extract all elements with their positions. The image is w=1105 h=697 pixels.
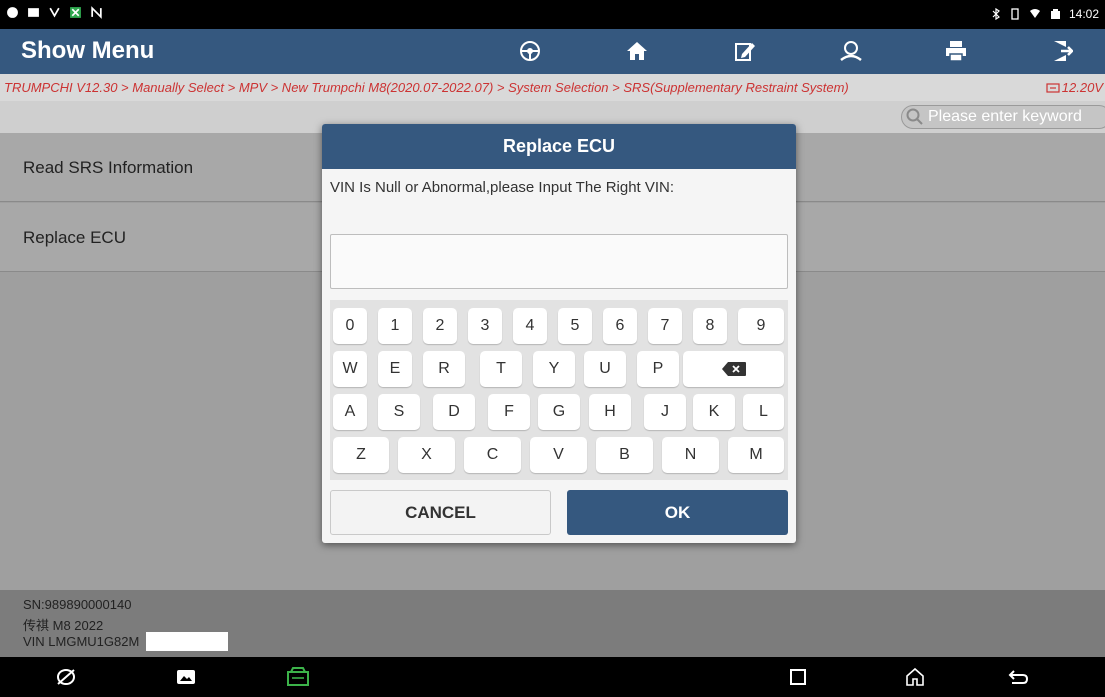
key[interactable]: V [530,437,587,473]
key[interactable]: 0 [333,308,367,344]
key[interactable]: 8 [693,308,727,344]
key[interactable]: A [333,394,367,430]
vin-input[interactable] [330,234,788,289]
ok-button[interactable]: OK [567,490,788,535]
backspace-key[interactable] [683,351,784,387]
key[interactable]: 1 [378,308,412,344]
menu-item-label: Read SRS Information [23,158,194,177]
browser-nav-icon[interactable] [54,666,78,688]
vibrate-icon [1011,8,1019,20]
key[interactable]: X [398,437,455,473]
key[interactable]: 7 [648,308,682,344]
vin-keyboard: 0 1 2 3 4 5 6 7 8 9 W E R T Y U P A S D … [330,300,788,480]
gallery-icon[interactable] [174,666,198,688]
dialog-message: VIN Is Null or Abnormal,please Input The… [330,179,675,196]
back-icon[interactable] [1006,666,1030,688]
notification-icons [6,6,103,19]
recent-apps-icon[interactable] [786,666,810,688]
key[interactable]: 5 [558,308,592,344]
key[interactable]: K [693,394,735,430]
key[interactable]: P [637,351,679,387]
key[interactable]: F [488,394,530,430]
key[interactable]: J [644,394,686,430]
search-icon [906,108,923,125]
breadcrumb-path: TRUMPCHI V12.30 > Manually Select > MPV … [4,80,849,95]
image-icon [28,8,39,17]
serial-number: SN:989890000140 [23,597,132,612]
key[interactable]: 4 [513,308,547,344]
app-bar: Show Menu [0,29,1105,74]
cancel-button[interactable]: CANCEL [330,490,551,535]
key[interactable]: R [423,351,465,387]
vehicle-info-footer: SN:989890000140 传祺 M8 2022 VIN LMGMU1G82… [0,590,1105,657]
vin-redaction [146,632,228,651]
page-title: Show Menu [21,37,155,64]
key[interactable]: D [433,394,475,430]
backspace-icon [721,362,746,376]
print-icon[interactable] [931,35,981,67]
vehicle-model: 传祺 M8 2022 [23,618,104,633]
menu-item-label: Replace ECU [23,228,126,247]
search-placeholder: Please enter keyword [928,108,1082,125]
browser-icon [7,7,18,18]
dialog-title: Replace ECU [322,124,796,169]
exit-icon[interactable] [1037,35,1087,67]
voltage-value: 12.20V [1061,80,1103,95]
key[interactable]: L [743,394,784,430]
voltage-indicator: 12.20V [1046,80,1103,95]
key[interactable]: H [589,394,631,430]
key[interactable]: M [728,437,784,473]
home-icon[interactable] [612,35,662,67]
usb-icon [49,7,60,18]
bluetooth-icon [992,8,1000,20]
home-nav-icon[interactable] [903,666,927,688]
key[interactable]: S [378,394,420,430]
key[interactable]: B [596,437,653,473]
app-icon [70,7,81,18]
key[interactable]: Z [333,437,389,473]
battery-icon [1050,9,1060,19]
vin-number: VIN LMGMU1G82M [23,634,140,649]
key[interactable]: G [538,394,580,430]
edit-icon[interactable] [720,35,770,67]
battery-voltage-icon [1046,83,1060,93]
key[interactable]: 6 [603,308,637,344]
key[interactable]: N [662,437,719,473]
steering-wheel-icon[interactable] [505,35,555,67]
key[interactable]: 3 [468,308,502,344]
android-nav-bar [0,657,1105,697]
breadcrumb: TRUMPCHI V12.30 > Manually Select > MPV … [0,74,1105,101]
key[interactable]: 2 [423,308,457,344]
key[interactable]: C [464,437,521,473]
search-input[interactable]: Please enter keyword [901,105,1105,129]
clock: 14:02 [1068,7,1099,21]
key[interactable]: T [480,351,522,387]
nfc-icon [91,6,102,19]
key[interactable]: U [584,351,626,387]
replace-ecu-dialog: Replace ECU VIN Is Null or Abnormal,plea… [322,124,796,543]
key[interactable]: 9 [738,308,784,344]
status-bar: 14:02 [0,0,1105,29]
wifi-icon [1029,9,1040,18]
key[interactable]: Y [533,351,575,387]
key[interactable]: W [333,351,367,387]
vci-icon[interactable] [286,666,310,688]
key[interactable]: E [378,351,412,387]
user-icon[interactable] [826,35,876,67]
